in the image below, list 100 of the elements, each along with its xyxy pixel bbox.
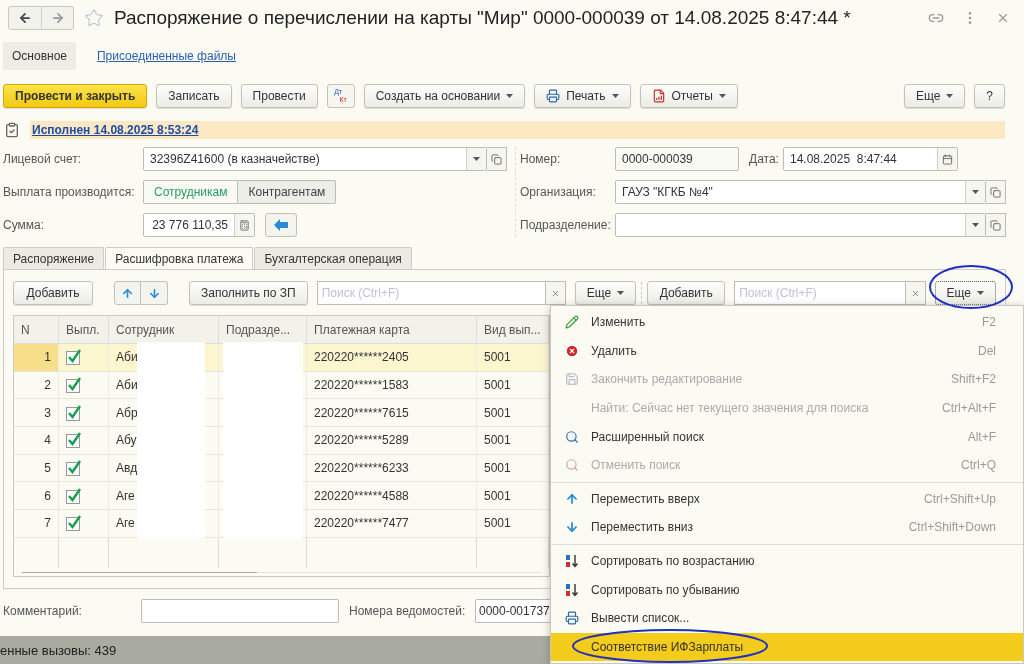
delete-icon (565, 343, 579, 358)
add-button[interactable]: Добавить (647, 281, 726, 305)
comment-field[interactable] (141, 599, 339, 623)
menu-item[interactable]: Удалить Del (551, 336, 1023, 366)
table-cell: 220220******6233 (307, 454, 477, 483)
table-cell: 5001 (477, 510, 549, 538)
column-header[interactable]: Подразде... (219, 316, 307, 344)
post-and-close-button[interactable]: Провести и закрыть (3, 84, 148, 108)
field-label: Номера ведомостей: (349, 604, 467, 618)
checkbox[interactable] (66, 432, 82, 449)
column-header[interactable]: Выпл. (59, 316, 109, 344)
move-up-button[interactable] (114, 281, 141, 305)
table-cell: 220220******5289 (307, 427, 477, 455)
column-header[interactable]: Платежная карта (307, 316, 477, 344)
dropdown-button[interactable]: Еще (903, 84, 966, 108)
open-button[interactable] (487, 147, 507, 171)
subdivision-field[interactable] (615, 213, 986, 237)
sum-field[interactable]: 23 776 110,35 (143, 213, 255, 237)
number-field[interactable]: 0000-000039 (615, 147, 739, 171)
menu-item[interactable]: Изменить F2 (551, 308, 1023, 337)
copy-icon (990, 186, 1001, 198)
row-number: 7 (14, 510, 59, 538)
organization-field[interactable]: ГАУЗ "КГКБ №4" (615, 180, 986, 204)
menu-item[interactable]: Расширенный поиск Alt+F (551, 422, 1023, 451)
toolbar-button[interactable]: Записать (156, 84, 232, 108)
row-number: 6 (14, 482, 59, 511)
tab[interactable]: Расшифровка платежа (105, 247, 254, 269)
date-field[interactable]: 14.08.2025 8:47:44 (783, 147, 958, 171)
table-cell: 5001 (477, 454, 549, 483)
arrow-up-icon (121, 286, 134, 300)
checkbox[interactable] (66, 487, 82, 504)
column-header[interactable]: Сотрудник (109, 316, 219, 344)
document-status-icon (4, 122, 20, 138)
clear-button[interactable] (905, 281, 926, 305)
move-down-button[interactable] (141, 281, 168, 305)
toolbar-button[interactable]: ? (974, 84, 1005, 108)
caret-icon (617, 291, 625, 295)
dropdown-button[interactable]: Отчеты (639, 84, 738, 108)
checkbox[interactable] (66, 377, 82, 394)
menu-item[interactable]: Переместить вниз Ctrl+Shift+Down (551, 513, 1023, 542)
search-icon (565, 458, 579, 473)
checkbox[interactable] (66, 515, 82, 532)
field-label: Комментарий: (3, 604, 83, 618)
account-field[interactable]: 32396Z41600 (в казначействе) (143, 147, 487, 171)
close-icon (910, 288, 920, 298)
caret-icon (972, 190, 979, 194)
field-label: Организация: (520, 185, 597, 199)
menu-item[interactable]: Переместить вверх Ctrl+Shift+Up (551, 484, 1023, 514)
fill-button[interactable]: Заполнить по ЗП (189, 281, 308, 305)
table-cell: Аге (116, 516, 135, 531)
row-number: 4 (14, 427, 59, 455)
form-tab[interactable]: Присоединенные файлы (88, 42, 245, 70)
table-cell: Авд (116, 461, 138, 476)
scrollbar[interactable] (22, 571, 541, 572)
table-cell: Аге (116, 488, 135, 503)
table-cell: 220220******7477 (307, 510, 477, 538)
menu-item[interactable]: Соответствие ИФЗарплаты (551, 632, 1023, 662)
form-tab[interactable]: Основное (3, 42, 76, 70)
window-title: Распоряжение о перечислении на карты "Мир" 0000-000039 от 14.08.2025 8:47:44 * (114, 7, 852, 29)
dropdown-button[interactable]: Создать на основании (363, 84, 526, 108)
sort-icon (565, 554, 579, 569)
clear-button[interactable] (545, 281, 566, 305)
column-header[interactable]: Вид вып... (477, 316, 549, 344)
more-button[interactable]: Еще (934, 281, 996, 305)
toggle-option[interactable]: Сотрудникам (143, 180, 239, 204)
star-icon[interactable] (84, 8, 104, 28)
printer-icon (546, 89, 561, 103)
add-button[interactable]: Добавить (13, 281, 93, 305)
row-number: 5 (14, 454, 59, 483)
report-icon (651, 89, 666, 103)
save-icon (565, 372, 579, 387)
field-label: Номер: (520, 152, 562, 166)
checkbox[interactable] (66, 460, 82, 477)
printer-icon (565, 611, 579, 626)
tab[interactable]: Бухгалтерская операция (254, 247, 412, 269)
search-field[interactable]: Поиск (Ctrl+F) (316, 281, 546, 305)
toggle-option[interactable]: Контрагентам (238, 180, 337, 204)
caret-icon (611, 94, 619, 98)
status-link[interactable]: Исполнен 14.08.2025 8:53:24 (32, 123, 199, 137)
table-cell: Аби (116, 378, 138, 393)
row-number: 1 (14, 344, 59, 372)
open-button[interactable] (986, 180, 1006, 204)
toolbar-button[interactable]: Провести (240, 84, 318, 108)
more-button[interactable]: Еще (574, 281, 637, 305)
search-field[interactable]: Поиск (Ctrl+F) (734, 281, 906, 305)
dropdown-button[interactable]: Печать (534, 84, 631, 108)
table-cell: Абр (116, 405, 138, 420)
checkbox[interactable] (66, 404, 82, 421)
open-button[interactable] (986, 213, 1006, 237)
pencil-icon (565, 315, 579, 330)
arrow-left-icon (274, 219, 288, 231)
checkbox[interactable] (66, 349, 82, 366)
column-header[interactable]: N (14, 316, 59, 344)
table-cell: Абу (116, 433, 137, 448)
sort-icon (565, 582, 579, 597)
table-cell: 5001 (477, 427, 549, 455)
menu-item[interactable]: Сортировать по возрастанию (551, 546, 1023, 576)
arrow-button[interactable] (265, 213, 297, 237)
tab[interactable]: Распоряжение (3, 247, 105, 269)
close-icon[interactable] (996, 11, 1010, 25)
